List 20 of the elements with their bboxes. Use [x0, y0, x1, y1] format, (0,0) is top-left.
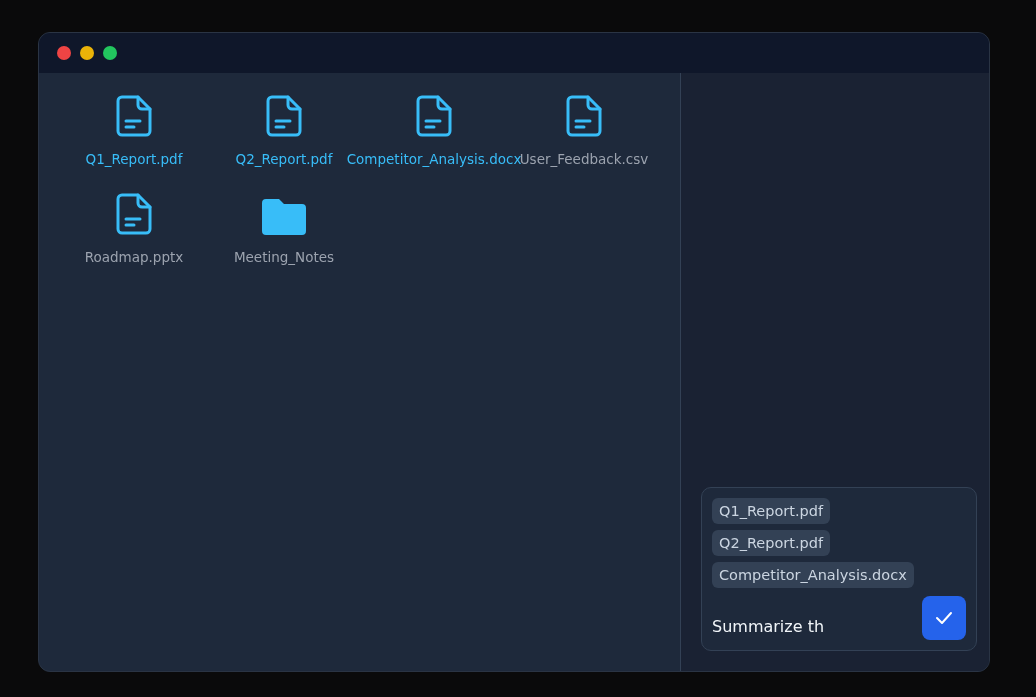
document-icon — [566, 95, 602, 137]
message-input[interactable]: Summarize th — [712, 617, 902, 636]
maximize-button[interactable] — [103, 46, 117, 60]
file-name[interactable]: Meeting_Notes — [233, 249, 335, 265]
document-icon — [266, 95, 302, 137]
close-button[interactable] — [57, 46, 71, 60]
attachment-chip: Competitor_Analysis.docx — [712, 562, 914, 588]
file-name[interactable]: Roadmap.pptx — [84, 249, 184, 265]
attachment-chip: Q2_Report.pdf — [712, 530, 831, 556]
attachment-chip: Q1_Report.pdf — [712, 498, 831, 524]
document-icon — [116, 193, 152, 235]
checkmark-icon — [935, 611, 953, 625]
document-icon — [416, 95, 452, 137]
file-name[interactable]: Competitor_Analysis.docx — [346, 151, 522, 167]
folder-icon — [262, 199, 306, 235]
document-icon — [116, 95, 152, 137]
minimize-button[interactable] — [80, 46, 94, 60]
file-name[interactable]: Q1_Report.pdf — [85, 151, 183, 167]
send-button[interactable] — [922, 596, 966, 640]
file-name[interactable]: Q2_Report.pdf — [235, 151, 333, 167]
